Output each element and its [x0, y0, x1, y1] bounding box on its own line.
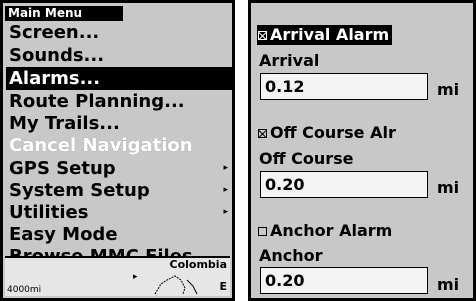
menu-item-label: System Setup: [9, 180, 150, 201]
map-country-label: Colombia: [169, 258, 228, 271]
arrival-distance-field[interactable]: 0.12: [260, 73, 428, 100]
arrival-unit-label: mi: [437, 80, 460, 99]
off-course-alarm-toggle[interactable]: Off Course Alr: [257, 123, 396, 143]
alarms-panel: Arrival Alarm Arrival 0.12 mi Off Course…: [248, 0, 476, 301]
menu-item-label: Sounds...: [9, 45, 105, 66]
menu-item-alarms[interactable]: Alarms...: [6, 67, 232, 90]
menu-item-label: Utilities: [9, 202, 89, 223]
main-menu-panel: Main Menu Screen... Sounds... Alarms... …: [0, 0, 235, 301]
menu-item-utilities[interactable]: Utilities ▸: [6, 201, 232, 224]
anchor-alarm-toggle-label: Anchor Alarm: [270, 221, 393, 240]
menu-item-label: Screen...: [9, 22, 100, 43]
menu-item-label: Alarms...: [9, 68, 101, 89]
checkbox-checked-icon: [258, 30, 267, 40]
submenu-arrow-icon: ▸: [223, 185, 228, 195]
arrival-alarm-toggle-label: Arrival Alarm: [270, 25, 390, 44]
map-edge-label: E: [219, 280, 227, 293]
menu-item-cancel-navigation: Cancel Navigation: [6, 134, 232, 157]
menu-title: Main Menu: [5, 6, 123, 21]
map-preview[interactable]: ▸ Colombia 4000mi E: [5, 256, 230, 296]
menu-item-screen[interactable]: Screen...: [6, 21, 232, 44]
menu-item-label: GPS Setup: [9, 158, 116, 179]
menu-item-easy-mode[interactable]: Easy Mode: [6, 223, 232, 246]
menu-item-label: Route Planning...: [9, 91, 185, 112]
menu-item-sounds[interactable]: Sounds...: [6, 44, 232, 67]
menu-item-system-setup[interactable]: System Setup ▸: [6, 179, 232, 202]
anchor-field-label: Anchor: [259, 246, 323, 265]
checkbox-unchecked-icon: [258, 226, 267, 236]
off-course-field-label: Off Course: [259, 149, 354, 168]
menu-item-my-trails[interactable]: My Trails...: [6, 112, 232, 135]
submenu-arrow-icon: ▸: [223, 207, 228, 217]
checkbox-checked-icon: [258, 128, 267, 138]
map-cursor-icon: ▸: [133, 272, 138, 282]
menu-item-label: My Trails...: [9, 113, 120, 134]
map-scale-label: 4000mi: [7, 285, 42, 295]
anchor-alarm-toggle[interactable]: Anchor Alarm: [257, 221, 392, 241]
anchor-unit-label: mi: [437, 275, 460, 294]
menu-item-route-planning[interactable]: Route Planning...: [6, 90, 232, 113]
off-course-alarm-toggle-label: Off Course Alr: [270, 123, 396, 142]
menu-item-label: Easy Mode: [9, 224, 118, 245]
anchor-distance-field[interactable]: 0.20: [260, 267, 428, 294]
off-course-distance-field[interactable]: 0.20: [260, 171, 428, 198]
arrival-alarm-toggle[interactable]: Arrival Alarm: [257, 25, 393, 45]
off-course-unit-label: mi: [437, 178, 460, 197]
menu-item-gps-setup[interactable]: GPS Setup ▸: [6, 157, 232, 180]
arrival-field-label: Arrival: [259, 51, 320, 70]
submenu-arrow-icon: ▸: [223, 163, 228, 173]
menu-item-label: Cancel Navigation: [9, 135, 193, 156]
